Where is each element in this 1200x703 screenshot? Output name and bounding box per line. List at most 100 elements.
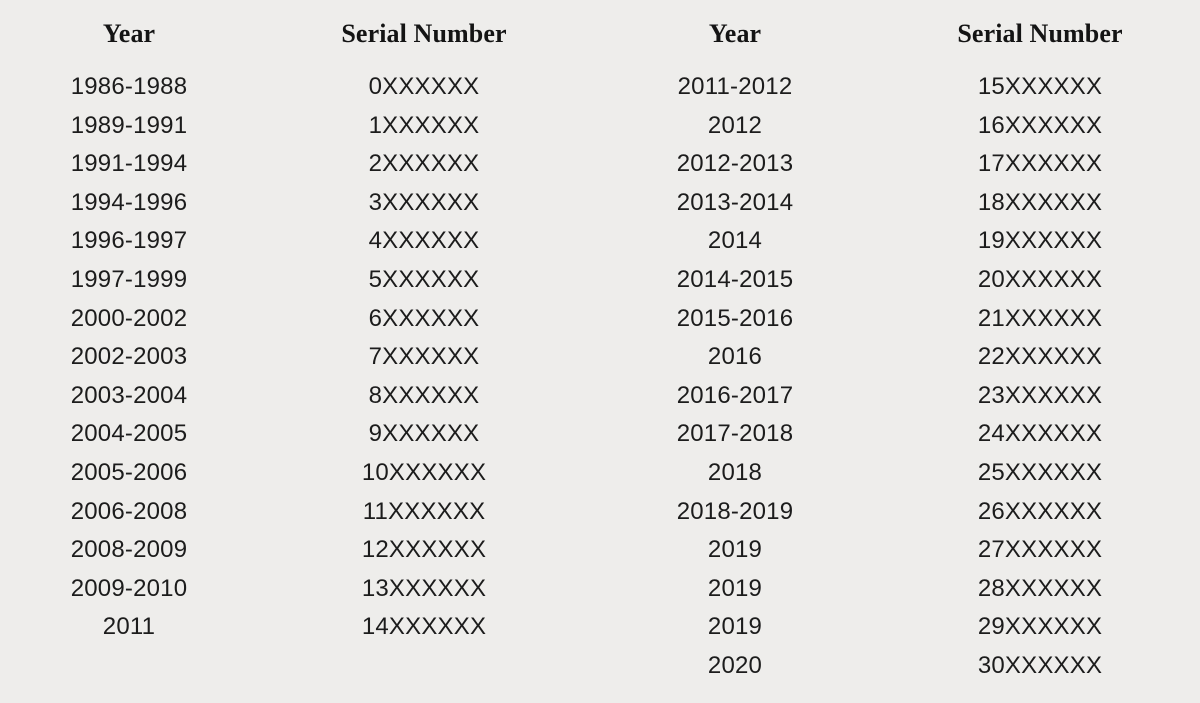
serial-number-reference-sheet: Year Serial Number 1986-1988 0XXXXXX 1989-… — [0, 0, 1200, 703]
year-cell: 2003-2004 — [70, 381, 188, 409]
table-row: 1986-1988 0XXXXXX — [0, 68, 590, 107]
table-row: 2016 22XXXXXX — [590, 338, 1200, 377]
table-row: 1994-1996 3XXXXXX — [0, 184, 590, 223]
serial-cell: 22XXXXXX — [977, 343, 1103, 371]
serial-cell: 1XXXXXX — [368, 111, 480, 139]
table-row: 2002-2003 7XXXXXX — [0, 338, 590, 377]
year-cell: 2005-2006 — [70, 458, 188, 486]
year-cell: 2006-2008 — [70, 497, 188, 525]
serial-cell: 29XXXXXX — [977, 613, 1103, 641]
year-cell: 2011-2012 — [677, 73, 793, 100]
left-serial-table: Year Serial Number 1986-1988 0XXXXXX 1989-… — [0, 0, 590, 647]
table-row: 2014 19XXXXXX — [590, 222, 1200, 261]
right-header-row: Year Serial Number — [590, 0, 1200, 68]
year-cell: 2008-2009 — [70, 536, 188, 564]
serial-cell: 10XXXXXX — [361, 458, 487, 486]
table-row: 2016-2017 23XXXXXX — [590, 377, 1200, 416]
serial-cell: 11XXXXXX — [362, 497, 486, 525]
table-row: 2012-2013 17XXXXXX — [590, 145, 1200, 184]
serial-cell: 14XXXXXX — [361, 613, 487, 641]
year-cell: 2002-2003 — [70, 343, 188, 371]
table-row: 2006-2008 11XXXXXX — [0, 493, 590, 532]
serial-cell: 9XXXXXX — [368, 420, 480, 448]
table-row: 2019 29XXXXXX — [590, 608, 1200, 647]
table-row: 1996-1997 4XXXXXX — [0, 222, 590, 261]
serial-cell: 20XXXXXX — [977, 265, 1103, 293]
left-header-row: Year Serial Number — [0, 0, 590, 68]
serial-cell: 0XXXXXX — [368, 73, 480, 100]
table-row: 1989-1991 1XXXXXX — [0, 107, 590, 146]
year-cell: 2012-2013 — [676, 150, 794, 178]
serial-cell: 24XXXXXX — [977, 420, 1103, 448]
year-cell: 2014 — [707, 227, 763, 255]
year-cell: 1991-1994 — [70, 150, 188, 178]
table-row: 2018-2019 26XXXXXX — [590, 493, 1200, 532]
serial-cell: 19XXXXXX — [977, 227, 1103, 255]
serial-cell: 4XXXXXX — [368, 227, 480, 255]
serial-cell: 7XXXXXX — [368, 343, 480, 371]
year-cell: 2020 — [707, 651, 763, 679]
tables-container: Year Serial Number 1986-1988 0XXXXXX 1989-… — [0, 0, 1200, 686]
serial-cell: 15XXXXXX — [977, 73, 1103, 100]
year-cell: 2016-2017 — [676, 381, 794, 409]
year-cell: 2019 — [707, 613, 763, 641]
year-cell: 2000-2002 — [70, 304, 188, 332]
serial-cell: 27XXXXXX — [977, 536, 1103, 564]
table-row: 2019 28XXXXXX — [590, 570, 1200, 609]
table-row: 2004-2005 9XXXXXX — [0, 415, 590, 454]
left-year-header: Year — [102, 19, 156, 48]
year-cell: 1996-1997 — [70, 227, 188, 255]
table-row: 2011-2012 15XXXXXX — [590, 68, 1200, 107]
serial-cell: 6XXXXXX — [368, 304, 480, 332]
year-cell: 2019 — [707, 574, 763, 602]
right-serial-table: Year Serial Number 2011-2012 15XXXXXX 2012… — [590, 0, 1200, 686]
year-cell: 2018 — [707, 458, 763, 486]
table-row: 2012 16XXXXXX — [590, 107, 1200, 146]
year-cell: 1986-1988 — [70, 73, 188, 100]
table-row: 2014-2015 20XXXXXX — [590, 261, 1200, 300]
year-cell: 2018-2019 — [676, 497, 794, 525]
table-row: 2009-2010 13XXXXXX — [0, 570, 590, 609]
table-row: 2018 25XXXXXX — [590, 454, 1200, 493]
table-row: 2019 27XXXXXX — [590, 531, 1200, 570]
table-row: 1997-1999 5XXXXXX — [0, 261, 590, 300]
right-table-body: 2011-2012 15XXXXXX 2012 16XXXXXX 2012-2013 17… — [590, 68, 1200, 686]
serial-cell: 13XXXXXX — [361, 574, 487, 602]
year-cell: 2013-2014 — [676, 188, 794, 216]
right-serial-header: Serial Number — [957, 19, 1123, 48]
serial-cell: 26XXXXXX — [977, 497, 1103, 525]
serial-cell: 23XXXXXX — [977, 381, 1103, 409]
year-cell: 2009-2010 — [70, 574, 188, 602]
serial-cell: 30XXXXXX — [977, 651, 1103, 679]
table-row: 2020 30XXXXXX — [590, 647, 1200, 686]
table-row: 1991-1994 2XXXXXX — [0, 145, 590, 184]
serial-cell: 5XXXXXX — [368, 265, 480, 293]
table-row: 2000-2002 6XXXXXX — [0, 300, 590, 339]
year-cell: 2015-2016 — [676, 304, 794, 332]
left-table-body: 1986-1988 0XXXXXX 1989-1991 1XXXXXX 1991-199… — [0, 68, 590, 647]
year-cell: 2004-2005 — [70, 420, 188, 448]
year-cell: 2016 — [707, 343, 763, 371]
serial-cell: 12XXXXXX — [361, 536, 487, 564]
right-table-head: Year Serial Number — [590, 0, 1200, 68]
serial-cell: 21XXXXXX — [977, 304, 1103, 332]
serial-cell: 25XXXXXX — [977, 458, 1103, 486]
right-year-header: Year — [708, 19, 762, 48]
year-cell: 2014-2015 — [676, 265, 794, 293]
table-row: 2008-2009 12XXXXXX — [0, 531, 590, 570]
serial-cell: 8XXXXXX — [368, 381, 480, 409]
year-cell: 1997-1999 — [70, 265, 188, 293]
serial-cell: 2XXXXXX — [368, 150, 480, 178]
year-cell: 2012 — [707, 111, 763, 139]
table-row: 2015-2016 21XXXXXX — [590, 300, 1200, 339]
table-row: 2011 14XXXXXX — [0, 608, 590, 647]
left-table-head: Year Serial Number — [0, 0, 590, 68]
table-row: 2003-2004 8XXXXXX — [0, 377, 590, 416]
year-cell: 1989-1991 — [70, 111, 188, 139]
serial-cell: 17XXXXXX — [977, 150, 1103, 178]
year-cell: 2011 — [102, 613, 156, 641]
serial-cell: 16XXXXXX — [977, 111, 1103, 139]
year-cell: 2017-2018 — [676, 420, 794, 448]
table-row: 2005-2006 10XXXXXX — [0, 454, 590, 493]
year-cell: 1994-1996 — [70, 188, 188, 216]
